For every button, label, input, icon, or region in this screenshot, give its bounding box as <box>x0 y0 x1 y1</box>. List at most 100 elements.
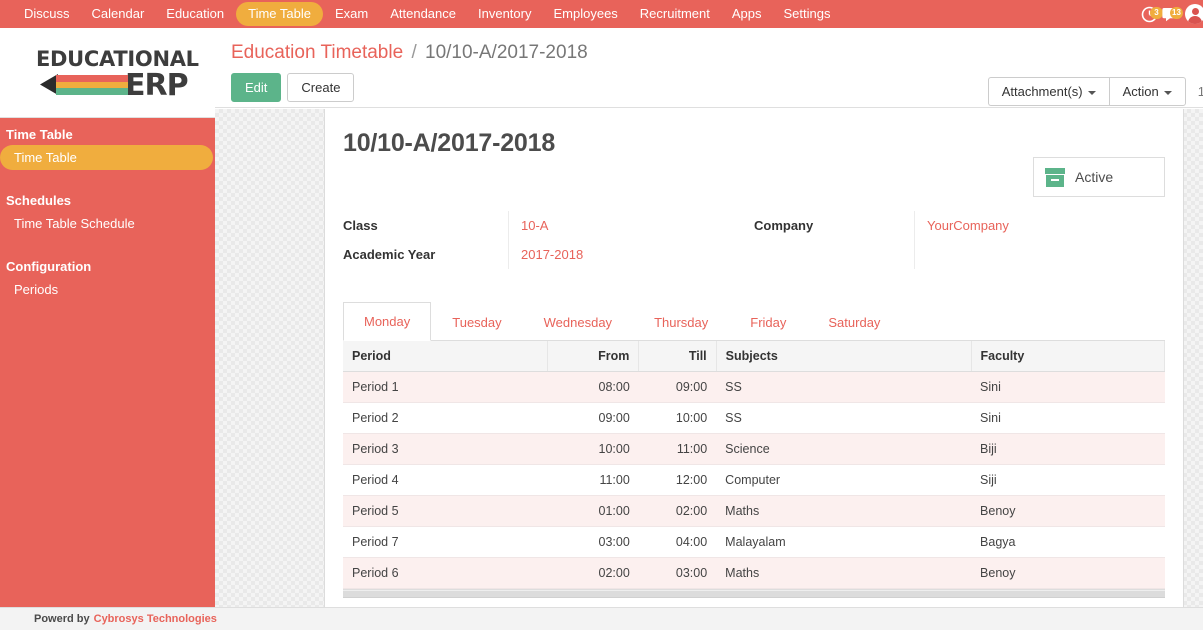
notebook: MondayTuesdayWednesdayThursdayFridaySatu… <box>343 301 1165 623</box>
cell-till: 04:00 <box>639 527 716 558</box>
cell-subject: Science <box>716 434 971 465</box>
sidebar-item-periods[interactable]: Periods <box>0 277 215 302</box>
cell-from: 03:00 <box>548 527 639 558</box>
nav-item-time-table[interactable]: Time Table <box>236 2 323 26</box>
tab-friday[interactable]: Friday <box>729 303 807 341</box>
sidebar-section-configuration: Configuration <box>0 250 215 277</box>
table-row[interactable]: Period 209:0010:00SSSini <box>343 403 1165 434</box>
sidebar-section-schedules: Schedules <box>0 184 215 211</box>
cell-from: 10:00 <box>548 434 639 465</box>
table-row[interactable]: Period 310:0011:00ScienceBiji <box>343 434 1165 465</box>
cell-period: Period 4 <box>343 465 548 496</box>
cell-period: Period 1 <box>343 372 548 403</box>
page-footer: Powerd by Cybrosys Technologies <box>0 607 1203 630</box>
column-header-faculty[interactable]: Faculty <box>971 341 1164 372</box>
sidebar-section-time-table: Time Table <box>0 118 215 145</box>
action-dropdown-button[interactable]: Action <box>1109 77 1186 106</box>
breadcrumb-current: 10/10-A/2017-2018 <box>425 42 588 63</box>
tab-monday[interactable]: Monday <box>343 302 431 341</box>
field-value-academic-year[interactable]: 2017-2018 <box>521 240 754 269</box>
dropdown-button-group: Attachment(s) Action <box>988 77 1186 106</box>
nav-item-attendance[interactable]: Attendance <box>380 3 466 25</box>
column-header-till[interactable]: Till <box>639 341 716 372</box>
control-panel: Education Timetable / 10/10-A/2017-2018 … <box>215 28 1203 108</box>
active-status-button[interactable]: Active <box>1033 157 1165 197</box>
field-group-right: Company YourCompany <box>754 211 1165 269</box>
cell-period: Period 3 <box>343 434 548 465</box>
column-header-subjects[interactable]: Subjects <box>716 341 971 372</box>
timetable-list: PeriodFromTillSubjectsFaculty Period 108… <box>343 341 1165 589</box>
nav-item-education[interactable]: Education <box>156 3 234 25</box>
breadcrumb-separator: / <box>411 42 416 63</box>
edit-button[interactable]: Edit <box>231 73 281 102</box>
cell-subject: Computer <box>716 465 971 496</box>
sidebar-item-time-table-schedule[interactable]: Time Table Schedule <box>0 211 215 236</box>
form-view-background: 10/10-A/2017-2018 Active ClassAcademic Y… <box>215 109 1203 630</box>
chevron-down-icon <box>1164 91 1172 95</box>
column-header-from[interactable]: From <box>548 341 639 372</box>
cell-from: 09:00 <box>548 403 639 434</box>
chevron-down-icon <box>1088 91 1096 95</box>
breadcrumb-parent-link[interactable]: Education Timetable <box>231 42 403 63</box>
footer-brand-link[interactable]: Cybrosys Technologies <box>94 613 217 625</box>
table-row[interactable]: Period 411:0012:00ComputerSiji <box>343 465 1165 496</box>
field-label-academic-year: Academic Year <box>343 240 508 269</box>
field-value-company[interactable]: YourCompany <box>927 211 1165 240</box>
cell-faculty: Biji <box>971 434 1164 465</box>
tab-tuesday[interactable]: Tuesday <box>431 303 522 341</box>
cell-from: 01:00 <box>548 496 639 527</box>
archive-lid <box>1045 168 1065 174</box>
sidebar-spacer <box>0 236 215 250</box>
field-value-class[interactable]: 10-A <box>521 211 754 240</box>
create-button[interactable]: Create <box>287 73 354 102</box>
nav-item-discuss[interactable]: Discuss <box>14 3 80 25</box>
notebook-tab-list: MondayTuesdayWednesdayThursdayFridaySatu… <box>343 301 1165 341</box>
action-label: Action <box>1123 84 1159 99</box>
cell-subject: SS <box>716 403 971 434</box>
attachments-dropdown-button[interactable]: Attachment(s) <box>988 77 1109 106</box>
nav-item-calendar[interactable]: Calendar <box>82 3 155 25</box>
field-label-company: Company <box>754 211 914 240</box>
page-title: 10/10-A/2017-2018 <box>343 129 1165 158</box>
cell-period: Period 6 <box>343 558 548 589</box>
cell-period: Period 5 <box>343 496 548 527</box>
table-row[interactable]: Period 703:0004:00MalayalamBagya <box>343 527 1165 558</box>
nav-item-recruitment[interactable]: Recruitment <box>630 3 720 25</box>
tab-thursday[interactable]: Thursday <box>633 303 729 341</box>
avatar-body <box>1188 16 1202 24</box>
cell-from: 08:00 <box>548 372 639 403</box>
column-header-period[interactable]: Period <box>343 341 548 372</box>
cell-period: Period 2 <box>343 403 548 434</box>
user-avatar[interactable] <box>1185 4 1203 24</box>
messages-count-badge: 13 <box>1170 7 1183 19</box>
app-logo: EDUCATIONAL ERP <box>0 28 215 118</box>
record-pager[interactable]: 1 <box>1198 84 1203 99</box>
cell-from: 02:00 <box>548 558 639 589</box>
main-content-area: Education Timetable / 10/10-A/2017-2018 … <box>215 28 1203 630</box>
tab-saturday[interactable]: Saturday <box>807 303 901 341</box>
chat-bubble-icon[interactable]: 13 <box>1162 6 1181 23</box>
table-row[interactable]: Period 108:0009:00SSSini <box>343 372 1165 403</box>
footer-prefix: Powerd by <box>34 613 90 625</box>
tab-wednesday[interactable]: Wednesday <box>523 303 633 341</box>
field-group-left: ClassAcademic Year 10-A2017-2018 <box>343 211 754 269</box>
table-row[interactable]: Period 501:0002:00MathsBenoy <box>343 496 1165 527</box>
cell-faculty: Benoy <box>971 558 1164 589</box>
table-row[interactable]: Period 602:0003:00MathsBenoy <box>343 558 1165 589</box>
control-panel-right: Attachment(s) Action 1 <box>988 77 1203 106</box>
horizontal-scrollbar[interactable] <box>343 589 1165 598</box>
nav-item-settings[interactable]: Settings <box>774 3 841 25</box>
clock-icon[interactable]: 3 <box>1141 6 1158 23</box>
nav-item-inventory[interactable]: Inventory <box>468 3 541 25</box>
form-sheet: 10/10-A/2017-2018 Active ClassAcademic Y… <box>324 109 1184 623</box>
sidebar-item-time-table[interactable]: Time Table <box>0 145 213 170</box>
nav-item-employees[interactable]: Employees <box>543 3 627 25</box>
cell-faculty: Siji <box>971 465 1164 496</box>
nav-item-exam[interactable]: Exam <box>325 3 378 25</box>
cell-faculty: Sini <box>971 403 1164 434</box>
cell-till: 12:00 <box>639 465 716 496</box>
scrollbar-thumb[interactable] <box>343 591 1165 597</box>
cell-faculty: Sini <box>971 372 1164 403</box>
cell-subject: Malayalam <box>716 527 971 558</box>
nav-item-apps[interactable]: Apps <box>722 3 772 25</box>
